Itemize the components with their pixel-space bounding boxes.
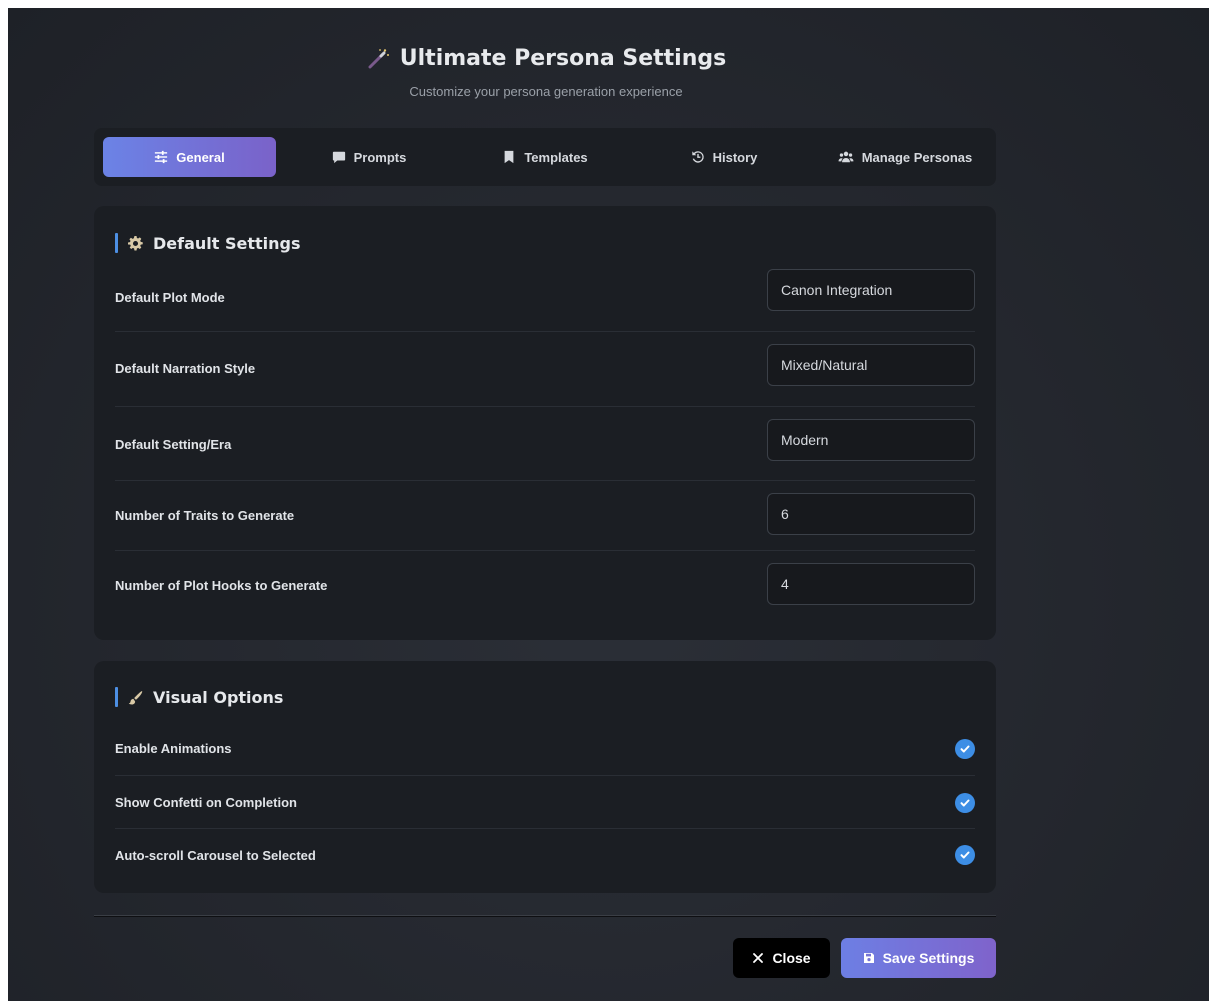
save-button-label: Save Settings — [882, 950, 975, 966]
setting-label: Default Plot Mode — [115, 290, 225, 305]
tab-bar: General Prompts Templates History Manage… — [94, 128, 996, 186]
close-button[interactable]: Close — [733, 938, 830, 978]
tab-templates[interactable]: Templates — [470, 137, 620, 177]
section-title-visual-options: Visual Options — [115, 687, 283, 707]
option-row-confetti: Show Confetti on Completion — [115, 775, 975, 829]
setting-row-traits-count: Number of Traits to Generate 6 — [115, 480, 975, 551]
tab-label: Manage Personas — [861, 149, 973, 165]
check-icon — [960, 799, 970, 807]
section-accent-bar — [115, 687, 118, 707]
save-settings-button[interactable]: Save Settings — [841, 938, 996, 978]
paintbrush-icon — [128, 690, 143, 704]
traits-count-input[interactable]: 6 — [767, 493, 975, 535]
page-title: Ultimate Persona Settings — [366, 46, 726, 71]
tab-label: History — [712, 149, 758, 165]
magic-wand-icon — [366, 47, 390, 71]
bookmark-icon — [504, 150, 514, 164]
plot-hooks-count-input[interactable]: 4 — [767, 563, 975, 605]
comment-icon — [332, 151, 345, 164]
default-settings-card: Default Settings Default Plot Mode Canon… — [94, 206, 996, 640]
setting-row-setting-era: Default Setting/Era Modern — [115, 406, 975, 481]
option-label: Auto-scroll Carousel to Selected — [115, 848, 316, 863]
setting-label: Number of Traits to Generate — [115, 508, 295, 523]
narration-style-select[interactable]: Mixed/Natural — [767, 344, 975, 386]
setting-row-narration-style: Default Narration Style Mixed/Natural — [115, 331, 975, 407]
section-title-default-settings: Default Settings — [115, 233, 301, 253]
option-label: Show Confetti on Completion — [115, 795, 297, 810]
setting-era-select[interactable]: Modern — [767, 419, 975, 461]
setting-row-plot-mode: Default Plot Mode Canon Integration — [115, 268, 975, 332]
section-accent-bar — [115, 233, 118, 253]
auto-scroll-checkbox[interactable] — [955, 845, 975, 865]
subtitle: Customize your persona generation experi… — [409, 83, 683, 99]
setting-label: Default Narration Style — [115, 361, 256, 376]
modal-header: Ultimate Persona Settings Customize your… — [94, 46, 998, 99]
confetti-checkbox[interactable] — [955, 793, 975, 813]
tab-label: Prompts — [353, 149, 407, 165]
history-icon — [691, 151, 704, 163]
tab-prompts[interactable]: Prompts — [294, 137, 444, 177]
option-label: Enable Animations — [115, 741, 232, 756]
setting-label: Number of Plot Hooks to Generate — [115, 578, 328, 593]
tab-label: General — [176, 149, 225, 165]
setting-label: Default Setting/Era — [115, 437, 232, 452]
sliders-icon — [155, 150, 168, 164]
section-title-text: Default Settings — [153, 233, 301, 253]
check-icon — [960, 745, 970, 753]
plot-mode-select[interactable]: Canon Integration — [767, 269, 975, 311]
users-icon — [838, 151, 854, 163]
setting-row-plot-hooks-count: Number of Plot Hooks to Generate 4 — [115, 550, 975, 620]
tab-manage-personas[interactable]: Manage Personas — [820, 137, 990, 177]
gear-icon — [128, 235, 143, 250]
tab-history[interactable]: History — [649, 137, 799, 177]
option-row-animations: Enable Animations — [115, 727, 975, 776]
tab-general[interactable]: General — [103, 137, 276, 177]
animations-checkbox[interactable] — [955, 739, 975, 759]
section-title-text: Visual Options — [153, 687, 284, 707]
tab-label: Templates — [524, 149, 588, 165]
settings-modal: Ultimate Persona Settings Customize your… — [8, 8, 1209, 1001]
option-row-auto-scroll: Auto-scroll Carousel to Selected — [115, 828, 975, 878]
save-icon — [863, 953, 874, 963]
title-text: Ultimate Persona Settings — [399, 46, 727, 71]
close-icon — [753, 953, 764, 963]
close-button-label: Close — [772, 950, 811, 966]
visual-options-card: Visual Options Enable Animations Show Co… — [94, 661, 996, 893]
check-icon — [960, 851, 970, 859]
footer-divider — [94, 915, 996, 917]
